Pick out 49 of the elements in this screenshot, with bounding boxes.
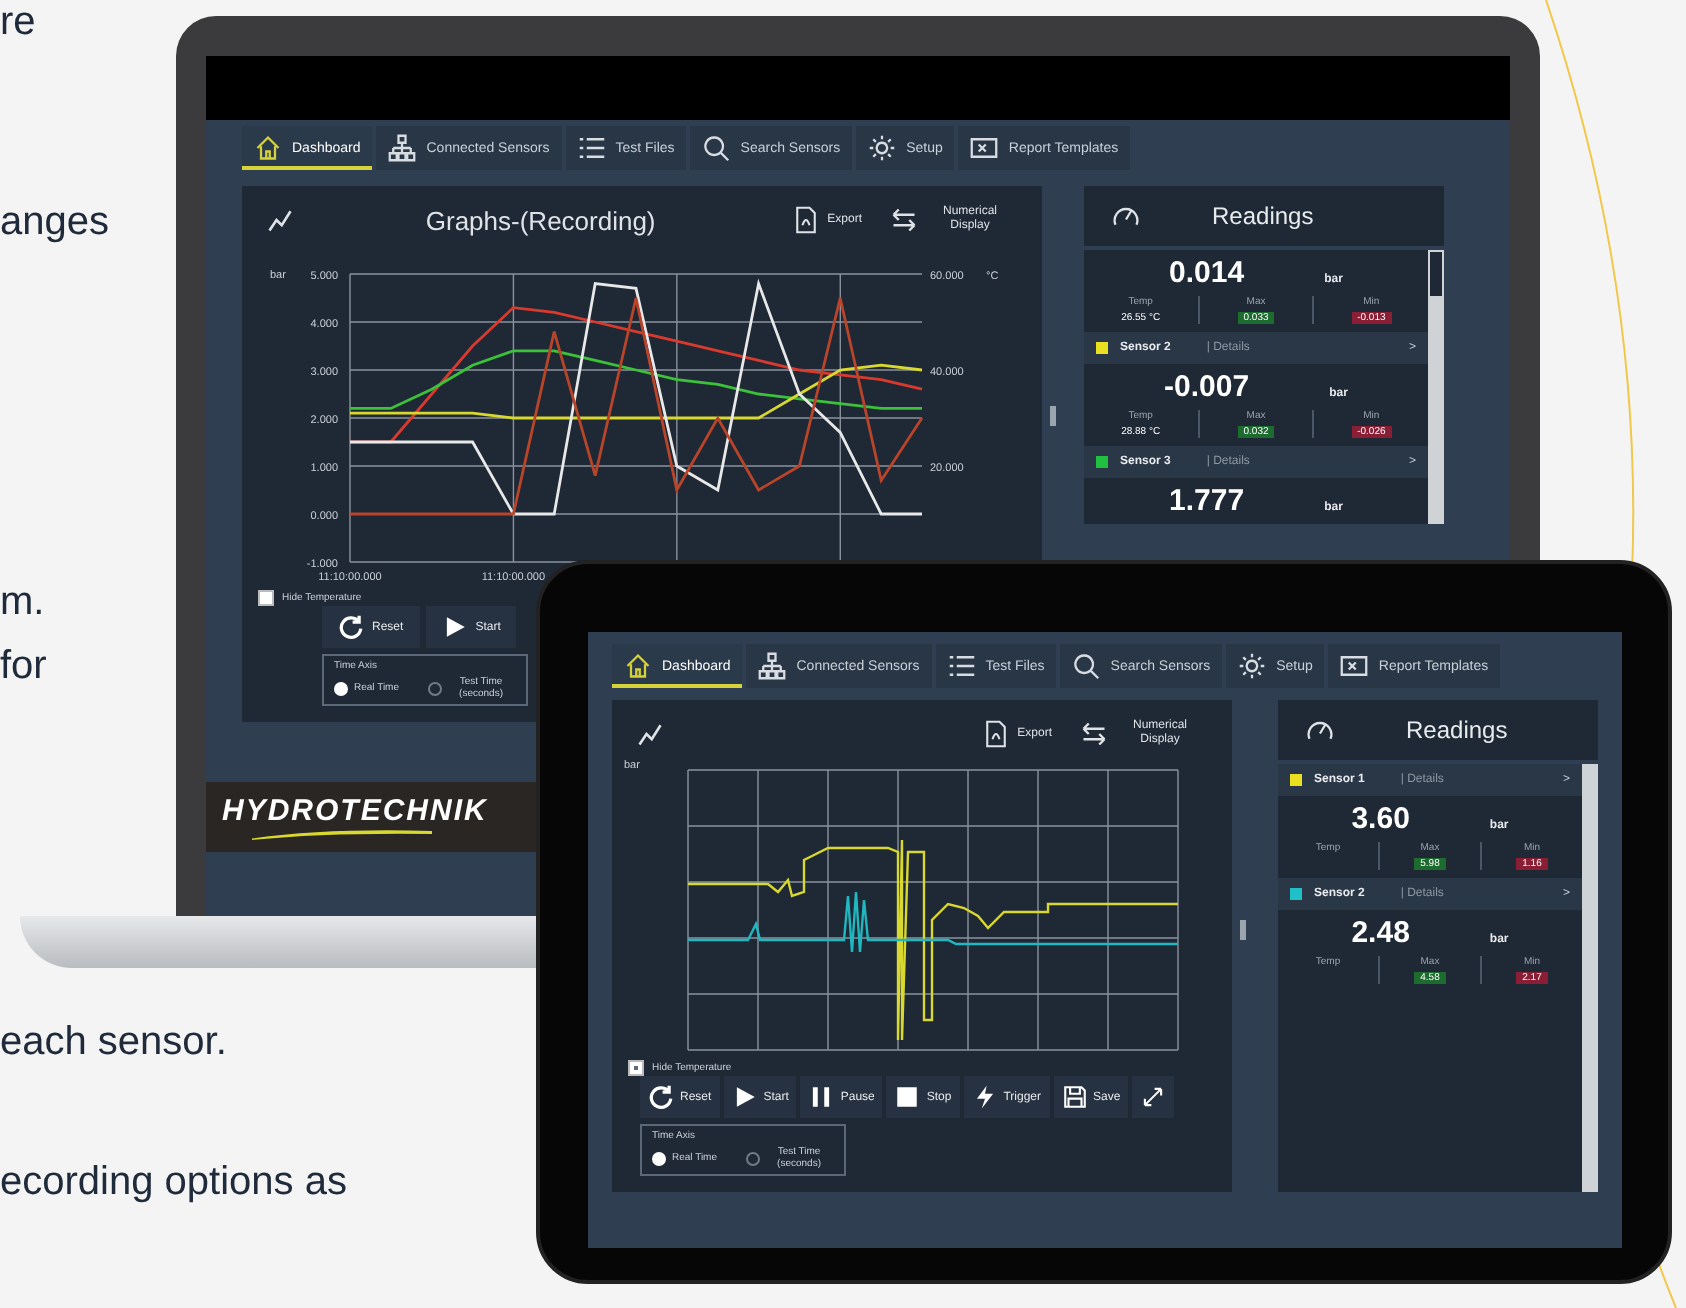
panel-title: Readings [1212,202,1314,230]
document-icon [970,134,999,162]
panel-title: Graphs-(Recording) [423,205,658,236]
swap-arrows-icon [1080,720,1108,749]
page-text: ecording options as [0,1160,347,1206]
brand-logo: HYDROTECHNIK [206,782,538,853]
page-text: anges [0,200,109,246]
page-text: each sensor. [0,1020,227,1066]
scrollbar[interactable] [1428,250,1444,524]
gauge-icon [1306,716,1334,744]
play-icon [731,1084,758,1111]
search-icon [702,134,731,162]
play-icon [441,614,468,641]
page-text: for [0,644,47,690]
home-icon [624,652,652,680]
expand-icon [1140,1084,1167,1111]
gear-icon [868,134,897,162]
reading-value: 3.60 [1351,802,1410,836]
refresh-icon [648,1084,674,1111]
reading-value: 0.014 [1169,256,1245,290]
swap-arrows-icon [890,206,918,235]
reading-value: 2.48 [1351,916,1410,950]
page-text: re [0,0,36,46]
pdf-document-icon [791,206,820,235]
scrollbar[interactable] [1582,764,1598,1192]
save-icon [1061,1084,1088,1111]
line-chart-icon [636,720,664,749]
page-text: m. [0,580,45,626]
pause-icon [808,1084,835,1111]
gauge-icon [1112,202,1140,230]
list-icon [947,652,976,680]
reading-value: -0.007 [1164,370,1250,404]
reading-value: 1.777 [1169,484,1245,518]
network-icon [758,652,787,680]
search-icon [1072,652,1101,680]
pdf-document-icon [981,720,1010,749]
document-icon [1340,652,1369,680]
lightning-icon [971,1084,998,1111]
gear-icon [1238,652,1267,680]
home-icon [254,134,282,162]
line-chart-icon [266,206,294,235]
list-icon [577,134,606,162]
panel-title: Readings [1406,716,1508,744]
stop-icon [894,1084,921,1111]
expand-button[interactable] [1132,1076,1175,1119]
panel-handle[interactable] [1050,406,1056,426]
panel-handle[interactable] [1240,920,1246,940]
network-icon [388,134,417,162]
refresh-icon [338,614,364,641]
